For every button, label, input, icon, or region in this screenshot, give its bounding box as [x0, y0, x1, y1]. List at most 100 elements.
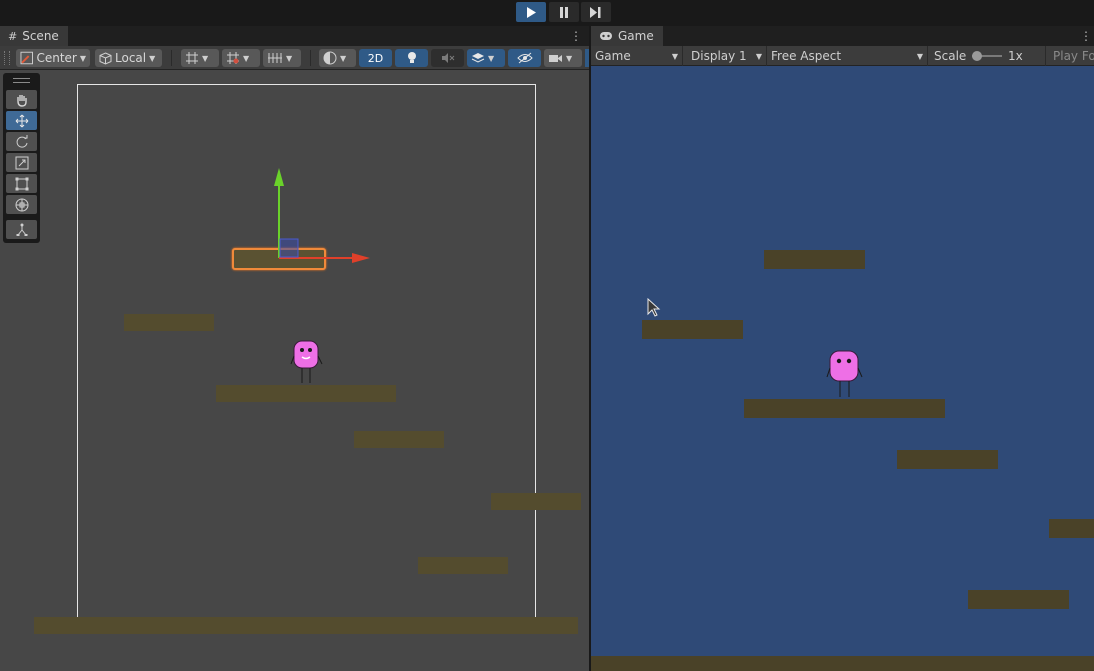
hand-icon — [16, 94, 27, 107]
rotate-tool-button[interactable] — [6, 132, 37, 151]
grid-snap-toggle[interactable]: ▼ — [181, 49, 219, 67]
scale-control: Scale 1x — [930, 46, 1046, 66]
transform-tool-button[interactable] — [6, 195, 37, 214]
scene-platform[interactable] — [491, 493, 581, 510]
divider — [310, 50, 311, 66]
grid-snap-icon — [186, 52, 198, 64]
lighting-toggle[interactable] — [395, 49, 428, 67]
game-menu-icon[interactable]: ⋮ — [1080, 28, 1092, 44]
scale-label: Scale — [934, 49, 967, 63]
toolbar-grip-icon — [4, 51, 10, 65]
transform-icon — [15, 198, 28, 211]
chevron-down-icon: ▼ — [149, 53, 156, 63]
play-button[interactable] — [516, 2, 546, 22]
game-platform — [1049, 519, 1094, 538]
rotate-icon — [16, 134, 27, 148]
play-focus-dropdown[interactable]: Play Fo — [1049, 46, 1094, 66]
hand-tool-button[interactable] — [6, 90, 37, 109]
pivot-label: Center — [36, 51, 77, 65]
game-platform — [968, 590, 1069, 609]
mode-2d-label: 2D — [367, 51, 384, 65]
mouse-cursor-icon — [647, 298, 661, 317]
game-tabbar: Game ⋮ — [591, 26, 1094, 46]
chevron-down-icon: ▼ — [286, 53, 293, 63]
chevron-down-icon: ▼ — [488, 53, 495, 63]
scale-tool-button[interactable] — [6, 153, 37, 172]
scene-ground-platform[interactable] — [34, 617, 578, 634]
cube-icon — [99, 51, 112, 65]
gamepad-icon — [600, 32, 612, 40]
chevron-down-icon: ▼ — [202, 53, 209, 63]
move-tool-button[interactable] — [6, 111, 37, 130]
grid-icon: # — [8, 29, 18, 43]
audio-toggle[interactable] — [431, 49, 464, 67]
light-bulb-icon — [407, 52, 416, 63]
space-label: Local — [115, 51, 147, 65]
game-panel: Game ⋮ Game ▼ Display 1 ▼ Free Aspect ▼ … — [591, 26, 1094, 671]
space-dropdown[interactable]: Local ▼ — [95, 49, 162, 67]
scale-icon — [15, 156, 28, 169]
display-dropdown[interactable]: Display 1 ▼ — [687, 46, 767, 66]
aspect-dropdown[interactable]: Free Aspect ▼ — [767, 46, 928, 66]
chevron-down-icon: ▼ — [755, 51, 762, 61]
scene-platform[interactable] — [418, 557, 508, 574]
grid-visibility-dropdown[interactable]: ▼ — [263, 49, 301, 67]
scene-platform[interactable] — [216, 385, 396, 402]
rect-tool-button[interactable] — [6, 174, 37, 193]
play-focus-label: Play Fo — [1053, 49, 1094, 63]
scene-toolbar: Center ▼ Local ▼ ▼ ▼ ▼ ▼ 2D ▼ ▼ — [0, 46, 589, 70]
snap-icon — [227, 52, 239, 64]
pivot-dropdown[interactable]: Center ▼ — [16, 49, 90, 67]
scene-panel: # Scene ⋮ Center ▼ Local ▼ ▼ ▼ ▼ ▼ 2D ▼ … — [0, 26, 589, 671]
move-gizmo[interactable] — [260, 162, 375, 267]
pivot-icon — [20, 51, 33, 65]
scale-value: 1x — [1008, 49, 1023, 63]
tab-scene[interactable]: # Scene — [0, 26, 68, 46]
character-sprite[interactable] — [290, 338, 324, 386]
custom-tool-icon — [16, 223, 27, 236]
camera-dropdown[interactable]: ▼ — [544, 49, 582, 67]
chevron-down-icon: ▼ — [566, 53, 573, 63]
game-tab-label: Game — [618, 29, 654, 43]
scale-slider-thumb[interactable] — [972, 51, 982, 61]
step-icon — [590, 6, 601, 18]
scene-tabbar: # Scene ⋮ — [0, 26, 589, 46]
game-toolbar: Game ▼ Display 1 ▼ Free Aspect ▼ Scale 1… — [591, 46, 1094, 66]
mute-icon — [441, 53, 454, 63]
chevron-down-icon: ▼ — [340, 53, 347, 63]
scene-menu-icon[interactable]: ⋮ — [570, 28, 582, 44]
game-view-label: Game — [595, 49, 631, 63]
layers-icon — [471, 53, 485, 63]
snap-increment-dropdown[interactable]: ▼ — [222, 49, 260, 67]
chevron-down-icon: ▼ — [671, 51, 678, 61]
camera-icon — [549, 54, 562, 62]
game-character-sprite — [826, 350, 863, 397]
custom-tool-button[interactable] — [6, 220, 37, 239]
scene-platform[interactable] — [124, 314, 214, 331]
tab-game[interactable]: Game — [591, 26, 663, 46]
play-icon — [527, 6, 536, 18]
step-button[interactable] — [581, 2, 611, 22]
pause-button[interactable] — [549, 2, 579, 22]
game-platform — [642, 320, 743, 339]
effects-dropdown[interactable]: ▼ — [467, 49, 505, 67]
move-icon — [15, 114, 28, 127]
chevron-down-icon: ▼ — [79, 53, 86, 63]
game-platform — [744, 399, 945, 418]
display-label: Display 1 — [691, 49, 747, 63]
mode-2d-toggle[interactable]: 2D — [359, 49, 392, 67]
game-view-dropdown[interactable]: Game ▼ — [591, 46, 683, 66]
chevron-down-icon: ▼ — [916, 51, 923, 61]
scene-platform[interactable] — [354, 431, 444, 448]
scene-tab-label: Scene — [22, 29, 59, 43]
draw-mode-dropdown[interactable]: ▼ — [319, 49, 356, 67]
rect-icon — [15, 177, 28, 190]
pause-icon — [560, 6, 568, 18]
game-ground-platform — [591, 656, 1094, 671]
play-mode-bar — [0, 0, 1094, 26]
chevron-down-icon: ▼ — [243, 53, 250, 63]
game-platform — [897, 450, 998, 469]
shading-icon — [323, 51, 337, 65]
scene-visibility-toggle[interactable] — [508, 49, 541, 67]
divider — [171, 50, 172, 66]
